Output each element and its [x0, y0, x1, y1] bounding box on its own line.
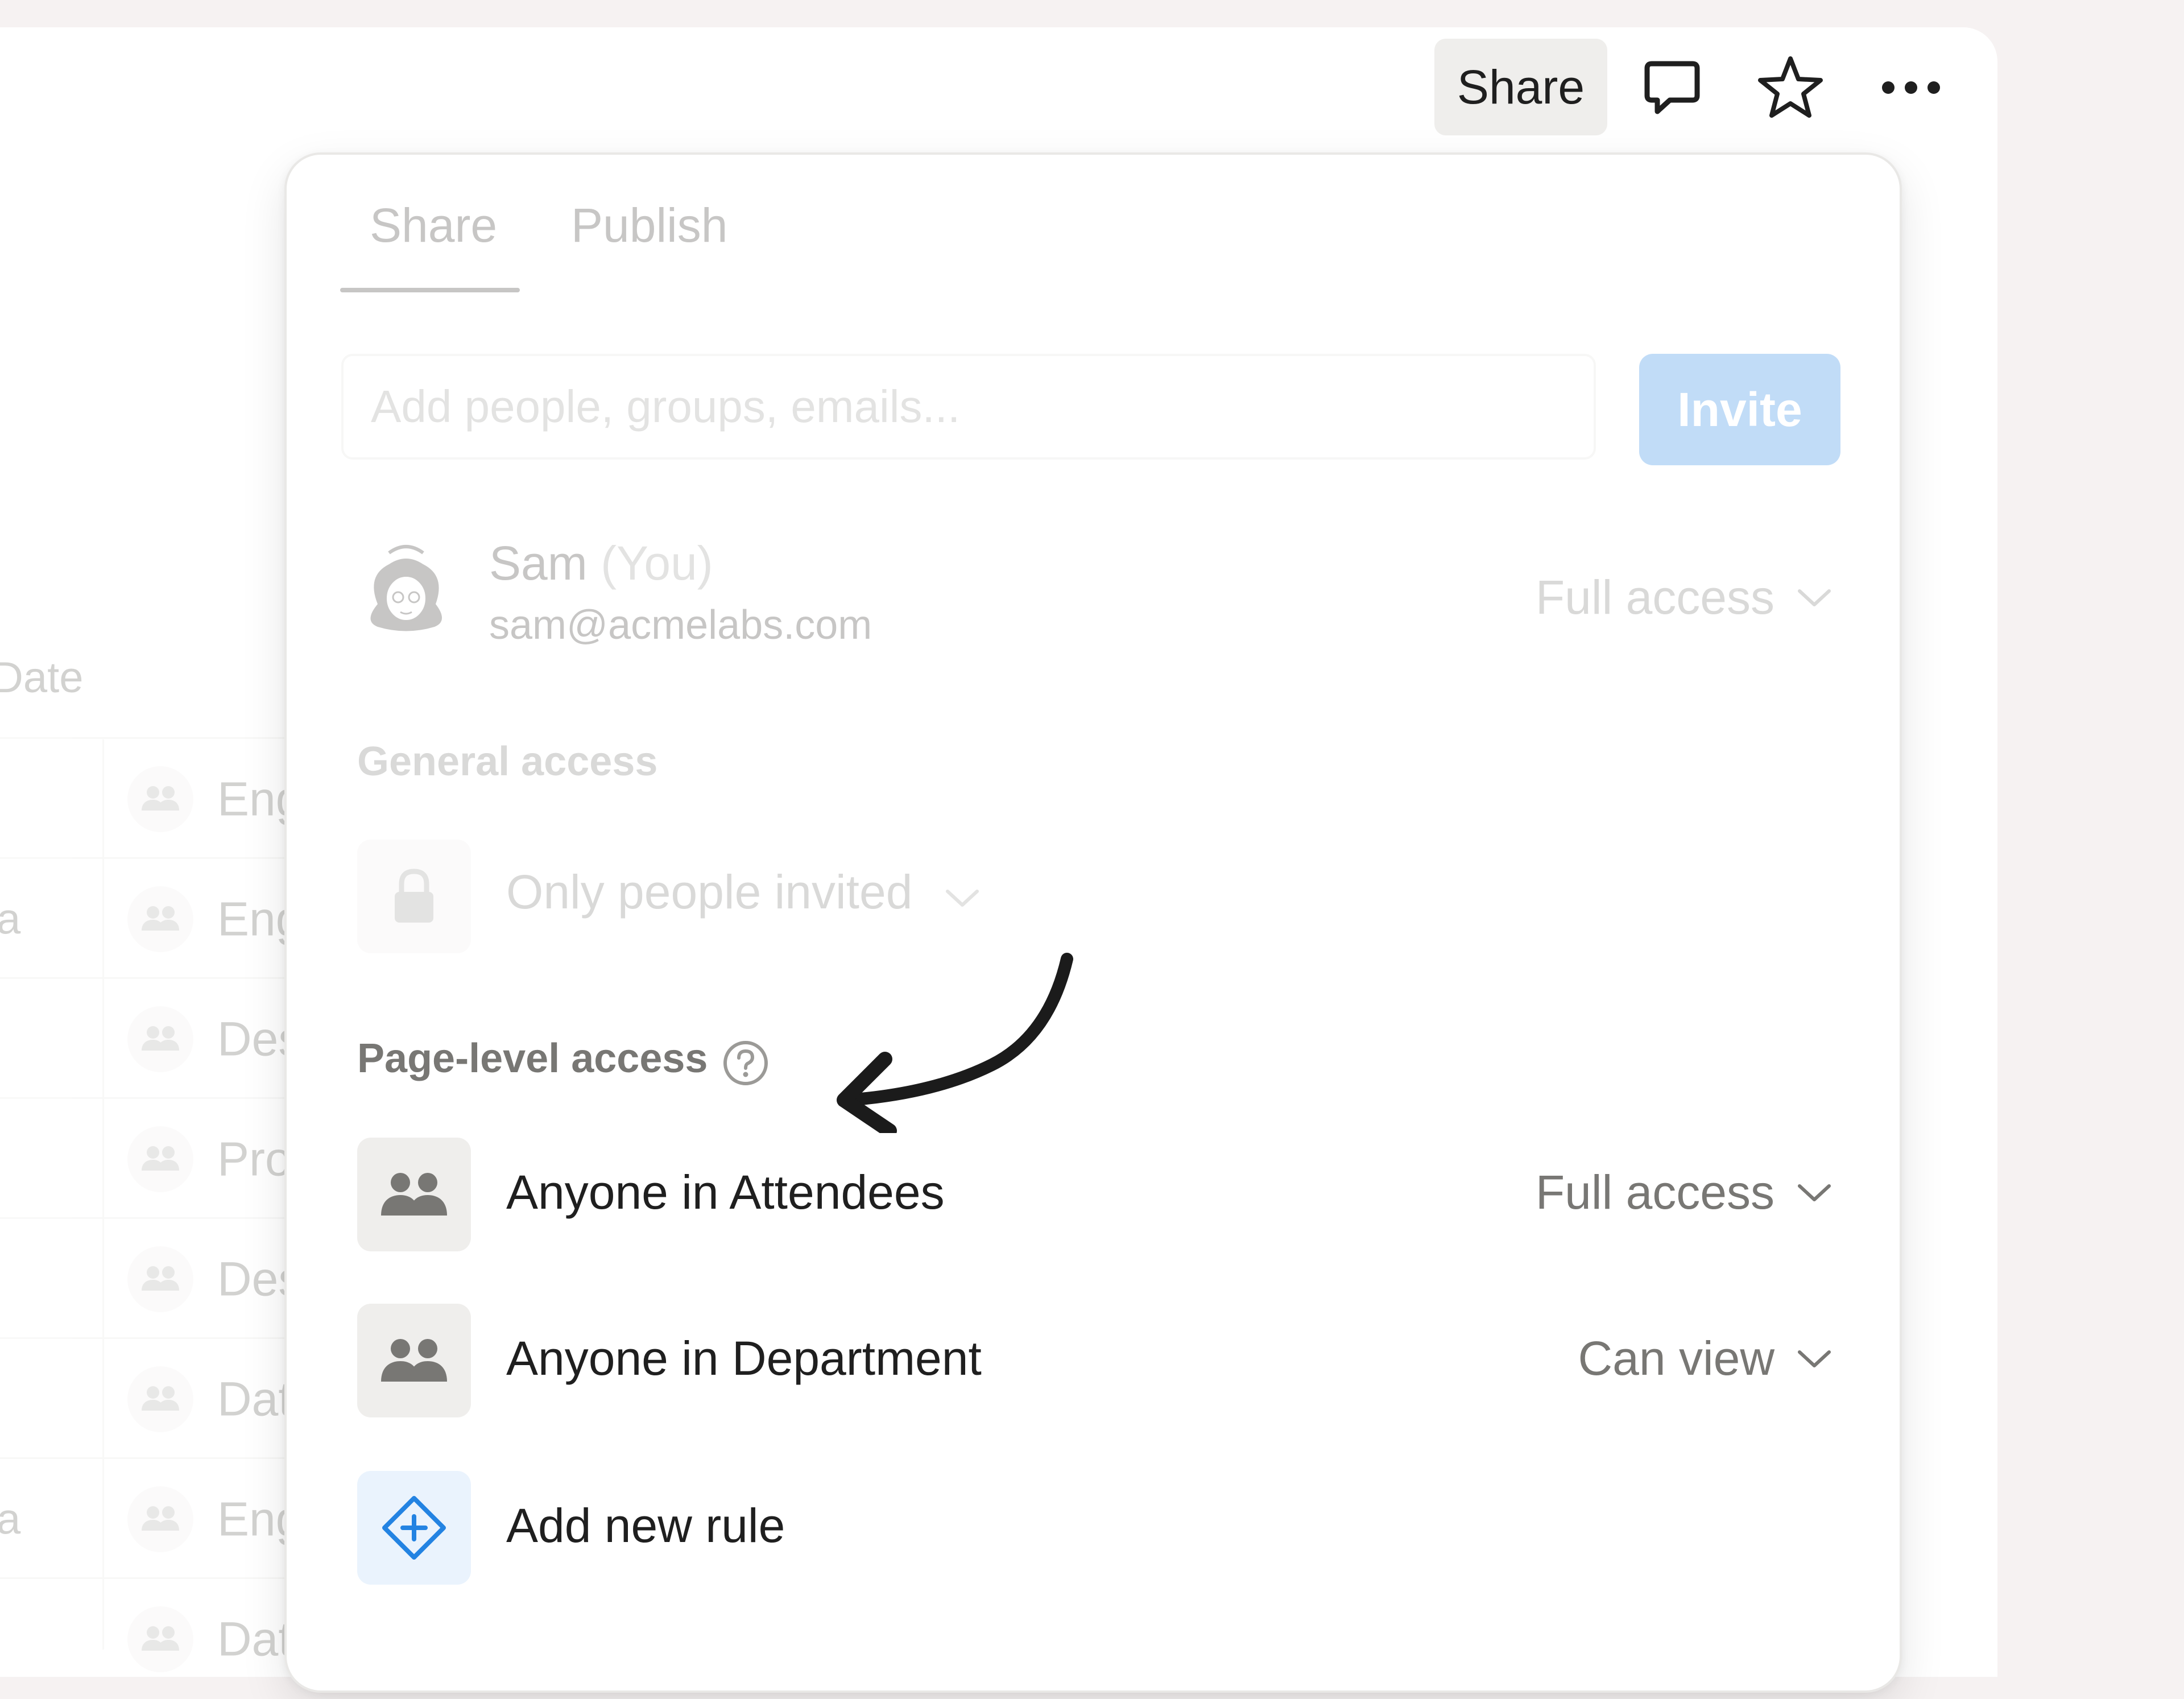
group-icon: [127, 1246, 193, 1312]
group-icon: [127, 1606, 193, 1672]
group-icon: [127, 1006, 193, 1072]
group-icon: [127, 1486, 193, 1552]
table-row[interactable]: Dat: [0, 1577, 296, 1699]
rule-label-attendees: Anyone in Attendees: [506, 1165, 945, 1219]
invite-button[interactable]: Invite: [1639, 354, 1840, 465]
help-icon[interactable]: [722, 1040, 769, 1086]
rule-permission-label: Full access: [1535, 1165, 1774, 1219]
comment-icon[interactable]: [1632, 48, 1712, 127]
active-tab-underline: [340, 288, 520, 292]
add-rule-icon[interactable]: [357, 1471, 471, 1585]
lock-icon: [357, 840, 471, 953]
general-access-select[interactable]: Only people invited: [506, 865, 979, 920]
cell-text: a: [0, 895, 21, 943]
group-icon: [357, 1138, 471, 1251]
group-icon: [127, 886, 193, 952]
background-table: Date Eng a Eng Des Pro Des Dat a Eng Dat: [0, 0, 302, 1672]
table-tag: Pro: [217, 1132, 292, 1185]
owner-email: sam@acmelabs.com: [489, 602, 872, 648]
general-access-heading: General access: [357, 739, 658, 784]
general-access-value: Only people invited: [506, 865, 913, 919]
rule-label-department: Anyone in Department: [506, 1332, 982, 1385]
tab-share[interactable]: Share: [370, 198, 497, 253]
page-level-access-heading: Page-level access: [357, 1036, 708, 1081]
table-tag: Dat: [217, 1612, 292, 1665]
invite-input[interactable]: Add people, groups, emails...: [341, 354, 1596, 460]
rule-permission-select-attendees[interactable]: Full access: [1536, 1165, 1831, 1220]
rule-permission-label: Can view: [1578, 1332, 1774, 1385]
avatar: [370, 545, 442, 631]
table-tag: Dat: [217, 1372, 292, 1425]
group-icon: [127, 1366, 193, 1432]
owner-permission-select[interactable]: Full access: [1536, 570, 1831, 625]
cell-text: a: [0, 1495, 21, 1543]
more-icon[interactable]: [1871, 48, 1951, 127]
table-row[interactable]: Des: [0, 977, 302, 1099]
rule-permission-select-department[interactable]: Can view: [1578, 1331, 1831, 1386]
annotation-arrow: [837, 953, 1073, 1133]
share-popover: Share Publish Add people, groups, emails…: [284, 152, 1902, 1693]
owner-name-text: Sam: [489, 536, 588, 590]
owner-name: Sam (You): [489, 536, 713, 591]
share-button[interactable]: Share: [1434, 39, 1607, 135]
table-row[interactable]: Dat: [0, 1337, 296, 1459]
group-icon: [127, 1126, 193, 1192]
table-row[interactable]: a Eng: [0, 1457, 302, 1579]
chevron-down-icon: [1798, 589, 1831, 606]
owner-you-suffix: (You): [601, 536, 713, 590]
chevron-down-icon: [1798, 1184, 1831, 1201]
tab-publish[interactable]: Publish: [571, 198, 728, 253]
group-icon: [127, 766, 193, 832]
table-row[interactable]: Des: [0, 1217, 302, 1339]
table-row[interactable]: a Eng: [0, 857, 302, 979]
table-row[interactable]: Eng: [0, 737, 302, 859]
owner-permission-label: Full access: [1535, 571, 1774, 624]
group-icon: [357, 1304, 471, 1417]
chevron-down-icon: [1798, 1350, 1831, 1367]
column-header: Date: [0, 654, 84, 702]
star-icon[interactable]: [1751, 48, 1830, 127]
add-new-rule-button[interactable]: Add new rule: [506, 1498, 785, 1553]
table-row[interactable]: Pro: [0, 1097, 296, 1219]
chevron-down-icon: [945, 890, 979, 907]
